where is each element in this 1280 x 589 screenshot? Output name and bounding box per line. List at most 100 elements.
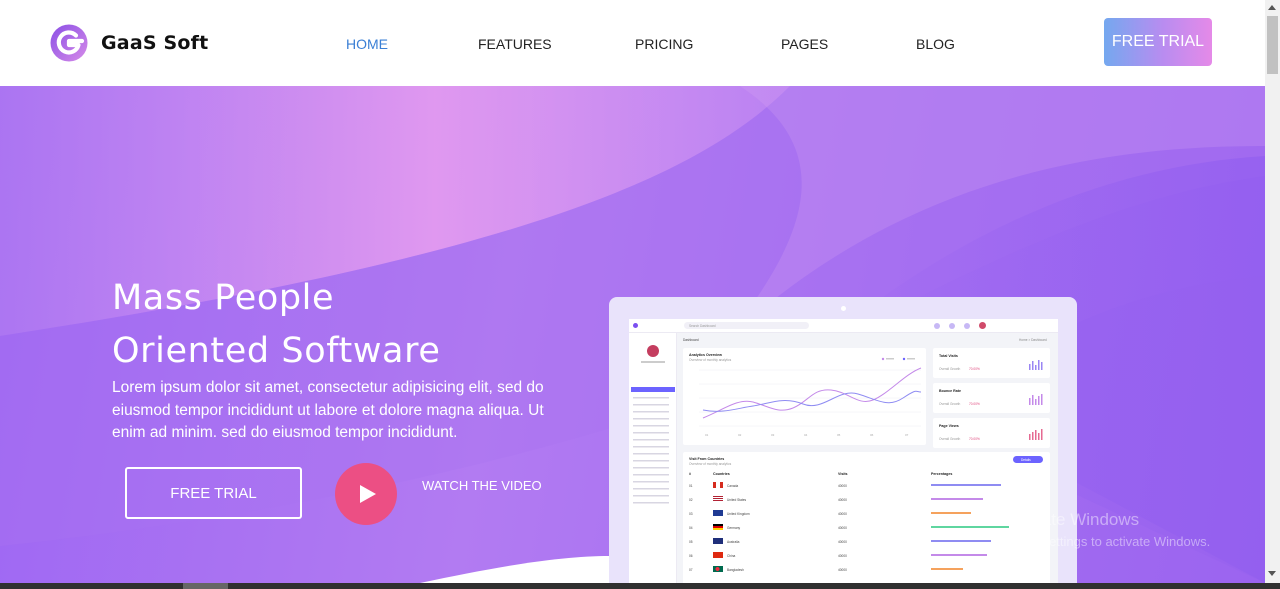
row-percentage-bar <box>931 526 1009 528</box>
stat-mini-bars <box>1029 360 1043 370</box>
vertical-scrollbar[interactable] <box>1265 0 1280 583</box>
dashboard-search-placeholder: Search Dashboard <box>689 323 716 328</box>
flag-china-icon <box>713 552 723 558</box>
countries-title: Visit From Countries <box>689 457 725 461</box>
dashboard-message-icon <box>949 323 955 329</box>
hero-title-line-2: Oriented Software <box>112 331 441 371</box>
flag-australia-icon <box>713 538 723 544</box>
row-visits: 40000 <box>838 512 847 516</box>
dashboard-page-title: Dashboard <box>683 338 699 342</box>
brand-logo[interactable]: GaaS Soft <box>50 24 208 62</box>
flag-usa-icon <box>713 496 723 502</box>
dashboard-sidebar-active-item <box>631 387 675 392</box>
play-icon <box>360 485 376 503</box>
stat-mini-bars <box>1029 394 1043 405</box>
stat-label: Overall Growth <box>939 437 961 441</box>
row-visits: 40000 <box>838 568 847 572</box>
row-percentage-bar <box>931 484 1001 486</box>
scroll-up-arrow-icon[interactable] <box>1268 5 1276 10</box>
row-num: 02 <box>689 498 693 502</box>
header-free-trial-button[interactable]: FREE TRIAL <box>1104 18 1212 66</box>
flag-uk-icon <box>713 510 723 516</box>
brand-name: GaaS Soft <box>101 32 209 54</box>
flag-bangladesh-icon <box>713 566 723 572</box>
gaas-logo-icon <box>50 24 88 62</box>
svg-text:07: 07 <box>905 433 909 437</box>
svg-text:05: 05 <box>837 433 841 437</box>
stat-label: Overall Growth <box>939 402 961 406</box>
row-num: 05 <box>689 540 693 544</box>
dashboard-breadcrumb: Home > Dashboard <box>1019 338 1047 342</box>
row-visits: 40000 <box>838 484 847 488</box>
nav-pages[interactable]: PAGES <box>781 36 828 52</box>
dashboard-cart-icon <box>964 323 970 329</box>
hero-section: Mass People Oriented Software Lorem ipsu… <box>0 86 1265 583</box>
dashboard-screenshot: Search Dashboard Dashboard Home > Dashbo… <box>629 319 1058 583</box>
flag-germany-icon <box>713 524 723 530</box>
row-visits: 40000 <box>838 554 847 558</box>
row-percentage-bar <box>931 512 971 514</box>
countries-details-label: Details <box>1021 458 1031 462</box>
nav-pricing[interactable]: PRICING <box>635 36 693 52</box>
site-header: GaaS Soft HOME FEATURES PRICING PAGES BL… <box>0 0 1265 86</box>
flag-canada-icon <box>713 482 723 488</box>
svg-text:03: 03 <box>771 433 775 437</box>
svg-text:04: 04 <box>804 433 808 437</box>
stat-value: 70.00% <box>969 437 980 441</box>
countries-card: Visit From Countries Overview of monthly… <box>683 452 1050 583</box>
stat-card-page-views: Page Views Overall Growth 70.00% <box>933 418 1050 448</box>
watermark-line-1: Activate Windows <box>1005 510 1140 529</box>
row-country: Bangladesh <box>727 568 744 572</box>
stat-mini-bars <box>1029 429 1043 440</box>
dashboard-sidebar-menu <box>633 397 669 507</box>
play-video-button[interactable] <box>335 463 397 525</box>
row-visits: 40000 <box>838 526 847 530</box>
laptop-camera <box>841 306 846 311</box>
stat-title: Total Visits <box>939 354 958 358</box>
taskbar-item[interactable] <box>183 583 228 589</box>
dashboard-sidebar <box>629 333 677 583</box>
row-visits: 40000 <box>838 498 847 502</box>
hero-title: Mass People Oriented Software <box>112 272 440 378</box>
row-country: United States <box>727 498 747 502</box>
col-visits: Visits <box>838 472 848 476</box>
svg-text:02: 02 <box>738 433 742 437</box>
watermark-line-2: Go to Settings to activate Windows. <box>1005 534 1211 549</box>
row-percentage-bar <box>931 540 991 542</box>
hero-description: Lorem ipsum dolor sit amet, consectetur … <box>112 379 544 442</box>
col-num: # <box>689 472 691 476</box>
row-country: Germany <box>727 526 741 530</box>
row-num: 03 <box>689 512 693 516</box>
row-percentage-bar <box>931 554 987 556</box>
scroll-down-arrow-icon[interactable] <box>1268 571 1276 576</box>
row-country: Canada <box>727 484 739 488</box>
watch-video-link[interactable]: WATCH THE VIDEO <box>422 478 542 493</box>
svg-text:06: 06 <box>870 433 874 437</box>
dashboard-profile-name <box>641 361 665 363</box>
row-percentage-bar <box>931 568 963 570</box>
dashboard-profile-avatar <box>647 345 659 357</box>
activate-windows-watermark: Activate Windows Go to Settings to activ… <box>1005 510 1210 549</box>
hero-title-line-1: Mass People <box>112 278 335 318</box>
countries-subtitle: Overview of monthly analytics <box>689 462 732 466</box>
col-countries: Countries <box>713 472 730 476</box>
page: GaaS Soft HOME FEATURES PRICING PAGES BL… <box>0 0 1280 589</box>
row-country: Australia <box>727 540 740 544</box>
nav-features[interactable]: FEATURES <box>478 36 552 52</box>
analytics-line-chart: 01 02 03 04 05 06 07 <box>699 357 922 437</box>
stat-value: 70.00% <box>969 367 980 371</box>
hero-free-trial-button[interactable]: FREE TRIAL <box>125 467 302 519</box>
row-num: 06 <box>689 554 693 558</box>
analytics-card: Analytics Overview Overview of monthly a… <box>683 348 926 445</box>
dashboard-notification-icon <box>934 323 940 329</box>
stat-value: 70.00% <box>969 402 980 406</box>
scroll-thumb[interactable] <box>1267 16 1278 74</box>
stat-card-bounce-rate: Bounce Rate Overall Growth 70.00% <box>933 383 1050 413</box>
row-num: 07 <box>689 568 693 572</box>
stat-title: Bounce Rate <box>939 389 961 393</box>
stat-title: Page Views <box>939 424 959 428</box>
nav-blog[interactable]: BLOG <box>916 36 955 52</box>
dashboard-logo-icon <box>633 323 638 328</box>
nav-home[interactable]: HOME <box>346 36 388 52</box>
row-num: 01 <box>689 484 693 488</box>
